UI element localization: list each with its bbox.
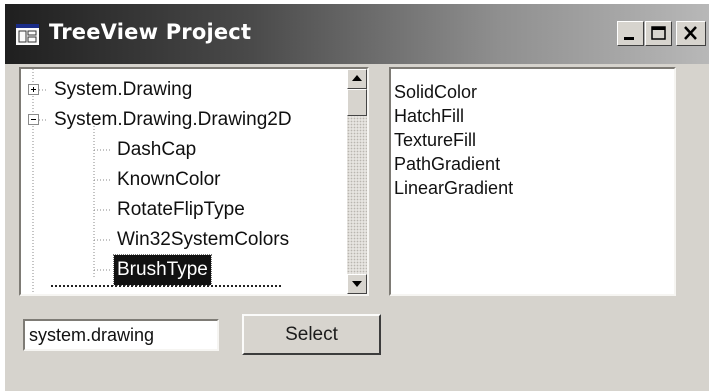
list-item[interactable]: SolidColor (394, 80, 477, 104)
namespace-input[interactable] (23, 319, 219, 351)
tree-node[interactable]: DashCap (21, 135, 351, 165)
list-item[interactable]: LinearGradient (394, 176, 513, 200)
tree-node-label[interactable]: KnownColor (114, 165, 224, 195)
close-icon (684, 26, 697, 40)
title-bar[interactable]: TreeView Project (5, 4, 709, 64)
scroll-down-button[interactable] (347, 274, 367, 294)
expand-plus-icon[interactable] (28, 84, 39, 95)
maximize-icon (651, 26, 666, 40)
tree-node[interactable]: KnownColor (21, 165, 351, 195)
scroll-down-arrow-icon (352, 281, 362, 287)
tree-node[interactable]: RotateFlipType (21, 195, 351, 225)
tree-node-label[interactable]: BrushType (113, 254, 212, 286)
scroll-up-arrow-icon (352, 75, 362, 81)
scroll-up-button[interactable] (347, 69, 367, 89)
tree-node-cutoff (51, 285, 281, 290)
minimize-button[interactable] (617, 21, 644, 46)
window-title: TreeView Project (49, 20, 252, 44)
tree-node[interactable]: System.Drawing.Drawing2D (21, 105, 351, 135)
maximize-button[interactable] (645, 21, 672, 46)
tree-node-label[interactable]: Win32SystemColors (114, 225, 292, 255)
list-item[interactable]: PathGradient (394, 152, 500, 176)
tree-view[interactable]: System.Drawing System.Drawing.Drawing2D … (19, 67, 369, 296)
tree-node-label[interactable]: System.Drawing (51, 75, 195, 105)
scrollbar-thumb[interactable] (347, 89, 367, 116)
minimize-icon (624, 37, 634, 40)
select-button[interactable]: Select (242, 314, 381, 355)
tree-node-label[interactable]: RotateFlipType (114, 195, 248, 225)
close-button[interactable] (676, 21, 706, 46)
tree-node-label[interactable]: System.Drawing.Drawing2D (51, 105, 295, 135)
list-item[interactable]: TextureFill (394, 128, 476, 152)
tree-node[interactable]: System.Drawing (21, 75, 351, 105)
tree-node[interactable]: Win32SystemColors (21, 225, 351, 255)
result-list-box[interactable]: SolidColor HatchFill TextureFill PathGra… (389, 67, 676, 296)
tree-node-selected[interactable]: BrushType (21, 254, 351, 286)
collapse-minus-icon[interactable] (28, 114, 39, 125)
tree-node-label[interactable]: DashCap (114, 135, 199, 165)
form-window-icon[interactable] (15, 23, 40, 46)
tree-vertical-scrollbar[interactable] (347, 69, 367, 294)
list-item[interactable]: HatchFill (394, 104, 464, 128)
